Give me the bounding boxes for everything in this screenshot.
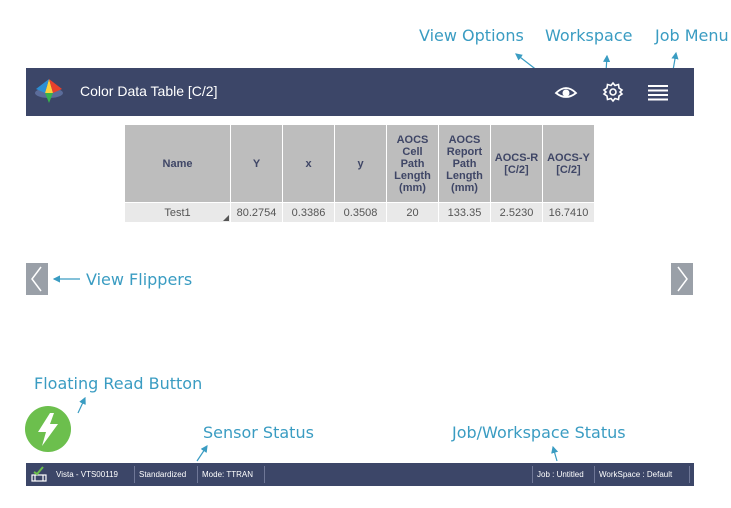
column-header-name[interactable]: Name: [124, 124, 231, 203]
workspace-status[interactable]: WorkSpace : Default: [595, 463, 676, 486]
app-logo-icon: [35, 79, 63, 103]
cell-aocs-y[interactable]: 16.7410: [542, 202, 595, 223]
device-status: Vista - VTS00119: [56, 470, 118, 479]
instrument-status-icon: [31, 466, 47, 482]
app-header: Color Data Table [C/2]: [26, 68, 694, 116]
column-header-aocs-y[interactable]: AOCS-Y [C/2]: [542, 124, 595, 203]
sensor-status-annotation: Sensor Status: [203, 423, 314, 442]
cell-aocs-r[interactable]: 2.5230: [490, 202, 543, 223]
standardization-status: Standardized: [139, 470, 187, 479]
cell-x[interactable]: 0.3386: [282, 202, 335, 223]
cell-aocs-report-path-length[interactable]: 133.35: [438, 202, 491, 223]
floating-read-arrow: [77, 396, 86, 414]
gear-icon: [602, 81, 624, 103]
cell-name[interactable]: Test1: [124, 202, 231, 223]
view-flipper-right[interactable]: [671, 263, 693, 295]
table-header-row: Name Y x y AOCS Cell Path Length (mm) AO…: [124, 124, 595, 203]
cell-y-upper[interactable]: 80.2754: [230, 202, 283, 223]
cell-aocs-cell-path-length[interactable]: 20: [386, 202, 439, 223]
chevron-left-icon: [31, 266, 42, 292]
chevron-right-icon: [677, 266, 688, 292]
hamburger-menu-icon: [648, 85, 668, 101]
table-row[interactable]: Test1 80.2754 0.3386 0.3508 20 133.35 2.…: [124, 202, 595, 223]
column-header-aocs-r[interactable]: AOCS-R [C/2]: [490, 124, 543, 203]
job-workspace-status-arrow: [551, 445, 559, 462]
job-menu-annotation: Job Menu: [655, 26, 729, 45]
workspace-annotation: Workspace: [545, 26, 633, 45]
column-header-y-upper[interactable]: Y: [230, 124, 283, 203]
cell-y-lower[interactable]: 0.3508: [334, 202, 387, 223]
eye-icon: [554, 87, 578, 98]
column-header-x[interactable]: x: [282, 124, 335, 203]
job-workspace-status-annotation: Job/Workspace Status: [452, 423, 626, 442]
view-flippers-annotation: View Flippers: [86, 270, 193, 289]
mode-status: Mode: TTRAN: [202, 470, 253, 479]
column-header-y-lower[interactable]: y: [334, 124, 387, 203]
column-header-aocs-cell-path-length[interactable]: AOCS Cell Path Length (mm): [386, 124, 439, 203]
page-title: Color Data Table [C/2]: [80, 83, 218, 99]
workspace-button[interactable]: [600, 80, 626, 104]
view-flipper-left[interactable]: [26, 263, 48, 295]
cell-resize-corner: [223, 215, 229, 221]
floating-read-button-annotation: Floating Read Button: [34, 374, 203, 393]
status-bar: Vista - VTS00119 Standardized Mode: TTRA…: [26, 463, 694, 486]
job-menu-button[interactable]: [645, 80, 671, 104]
floating-read-button[interactable]: [25, 406, 71, 452]
column-header-aocs-report-path-length[interactable]: AOCS Report Path Length (mm): [438, 124, 491, 203]
color-data-table: Name Y x y AOCS Cell Path Length (mm) AO…: [124, 124, 595, 223]
lightning-bolt-icon: [38, 413, 58, 446]
status-divider: [264, 466, 265, 483]
view-options-button[interactable]: [553, 80, 579, 104]
status-divider: [689, 466, 690, 483]
job-status[interactable]: Job : Untitled: [533, 463, 588, 486]
view-options-annotation: View Options: [419, 26, 524, 45]
sensor-status-arrow: [196, 445, 208, 462]
